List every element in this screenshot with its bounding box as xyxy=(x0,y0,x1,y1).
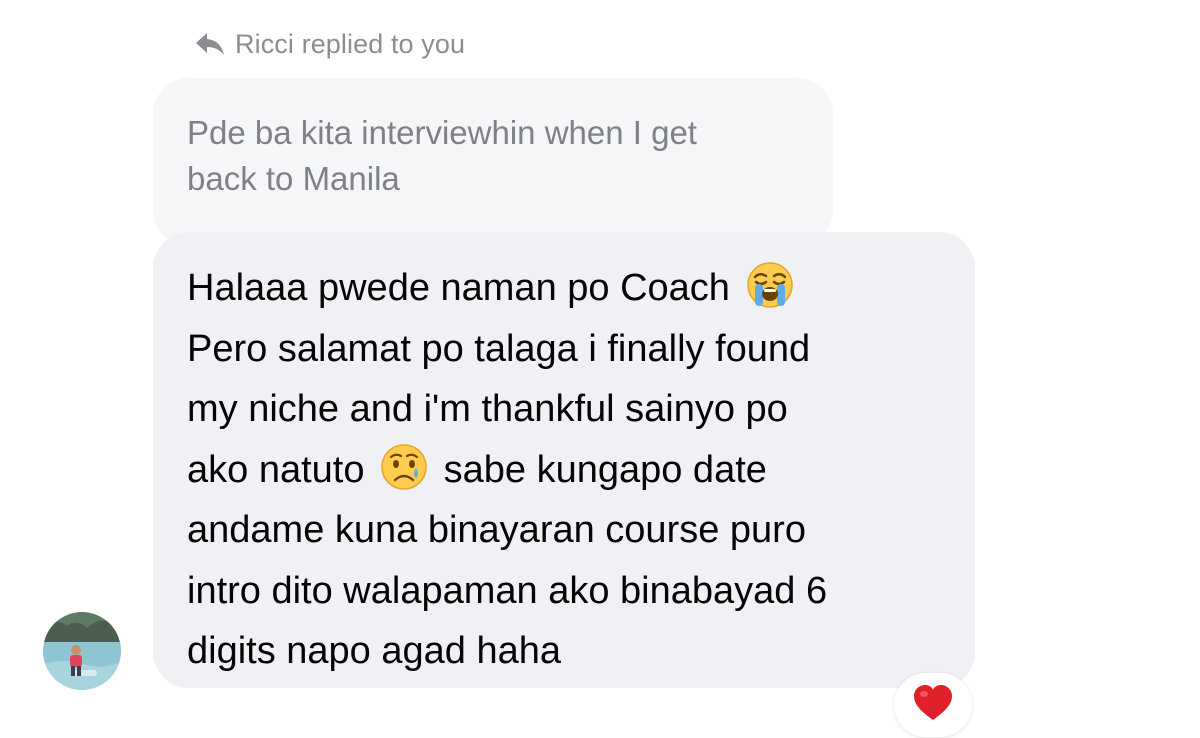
message-line: Halaaa pwede naman po Coach xyxy=(187,258,941,319)
reply-header: Ricci replied to you xyxy=(195,24,465,64)
red-heart-emoji-icon xyxy=(912,683,954,728)
quoted-message-bubble[interactable]: Pde ba kita interviewhin when I get back… xyxy=(153,78,833,246)
message-line-text: Halaaa pwede naman po Coach xyxy=(187,267,730,309)
reaction-badge[interactable] xyxy=(894,673,972,737)
message-line: digits napo agad haha xyxy=(187,630,561,672)
message-thread: Ricci replied to you Pde ba kita intervi… xyxy=(0,0,1200,738)
reply-arrow-icon xyxy=(195,31,225,57)
loudly-crying-face-emoji-icon xyxy=(745,260,795,310)
message-line-text: ako natuto xyxy=(187,448,365,491)
quoted-message-line: back to Manila xyxy=(187,160,400,197)
crying-face-emoji-icon xyxy=(379,442,429,492)
message-line: Pero salamat po talaga i finally found xyxy=(187,327,811,370)
message-line: andame kuna binayaran course puro xyxy=(187,509,806,551)
message-line: ako natuto sabe kungapo date xyxy=(187,440,941,501)
message-bubble[interactable]: Halaaa pwede naman po Coach Pero salamat… xyxy=(153,232,975,688)
reply-header-text: Ricci replied to you xyxy=(235,28,466,59)
quoted-message-line: Pde ba kita interviewhin when I get xyxy=(187,114,697,151)
message-line-text: sabe kungapo date xyxy=(443,448,767,491)
message-line: intro dito walapaman ako binabayad 6 xyxy=(187,569,828,612)
sender-avatar[interactable] xyxy=(43,612,121,690)
message-line: my niche and i'm thankful sainyo po xyxy=(187,388,788,430)
